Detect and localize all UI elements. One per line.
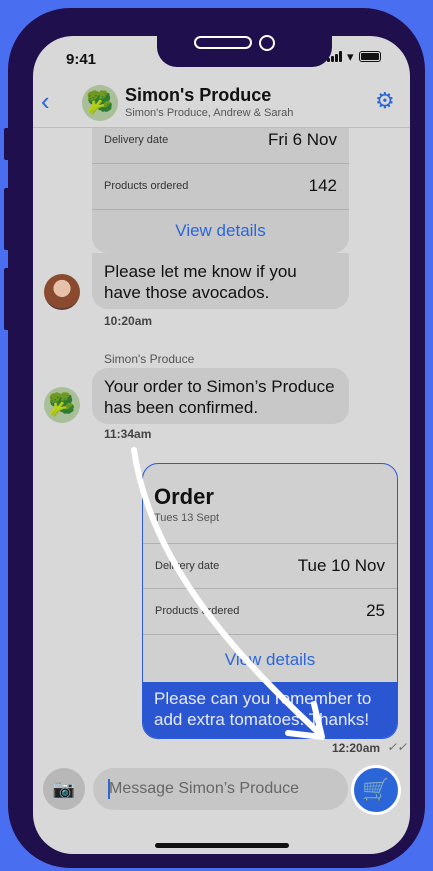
status-time: 9:41 <box>66 51 97 68</box>
side-button <box>4 268 10 330</box>
cart-plus-icon: 🛒 <box>362 777 390 802</box>
front-camera <box>259 35 275 51</box>
row-value: Tue 10 Nov <box>297 556 385 575</box>
battery-icon <box>358 51 381 62</box>
chat-title: Simon's Produce <box>125 85 272 105</box>
row-label: Products ordered <box>155 605 240 617</box>
wifi-icon: ▾ <box>347 49 354 64</box>
message-timestamp: 11:34am <box>104 427 152 441</box>
speaker <box>194 36 252 49</box>
message-bubble: Your order to Simon’s Produce has been c… <box>92 368 349 424</box>
add-to-cart-button[interactable]: 🛒 <box>351 765 401 815</box>
chat-header: ‹ 🥦 Simon's Produce Simon's Produce, And… <box>33 78 410 128</box>
message-bubble: Please let me know if you have those avo… <box>92 253 349 309</box>
side-button <box>4 128 10 160</box>
order-row: Products ordered 142 <box>92 164 349 210</box>
order-summary-card: Delivery date Fri 6 Nov Products ordered… <box>92 128 349 253</box>
text-cursor <box>108 779 110 799</box>
row-label: Delivery date <box>155 560 220 572</box>
view-details-link[interactable]: View details <box>143 650 397 670</box>
gear-icon[interactable]: ⚙ <box>375 90 395 112</box>
order-card: Order Tues 13 Sept Delivery date Tue 10 … <box>142 463 398 739</box>
view-details-link[interactable]: View details <box>92 221 349 241</box>
row-value: 142 <box>308 176 337 195</box>
row-value: Fri 6 Nov <box>268 130 337 149</box>
status-icons: ▾ <box>327 49 381 64</box>
order-row: Products ordered 25 <box>143 589 397 635</box>
broccoli-avatar-icon: 🥦 <box>44 387 80 423</box>
camera-icon[interactable]: 📷 <box>43 768 85 810</box>
order-date: Tues 13 Sept <box>154 512 220 524</box>
row-value: 25 <box>366 601 385 620</box>
message-input[interactable] <box>93 768 348 810</box>
read-receipt-icon: ✓✓ <box>387 740 408 754</box>
order-row: Delivery date Tue 10 Nov <box>143 543 397 589</box>
user-avatar <box>44 274 80 310</box>
broccoli-avatar-icon: 🥦 <box>82 85 118 121</box>
row-label: Products ordered <box>104 180 189 192</box>
message-timestamp: 12:20am <box>332 741 381 755</box>
message-timestamp: 10:20am <box>104 314 153 328</box>
order-title: Order <box>154 484 214 509</box>
order-message: Please can you remember to add extra tom… <box>143 682 397 738</box>
sender-name: Simon's Produce <box>104 352 195 366</box>
chat-subtitle: Simon's Produce, Andrew & Sarah <box>125 107 294 119</box>
home-indicator <box>155 843 289 848</box>
chevron-left-icon[interactable]: ‹ <box>41 88 50 114</box>
side-button <box>4 188 10 250</box>
row-label: Delivery date <box>104 134 169 146</box>
